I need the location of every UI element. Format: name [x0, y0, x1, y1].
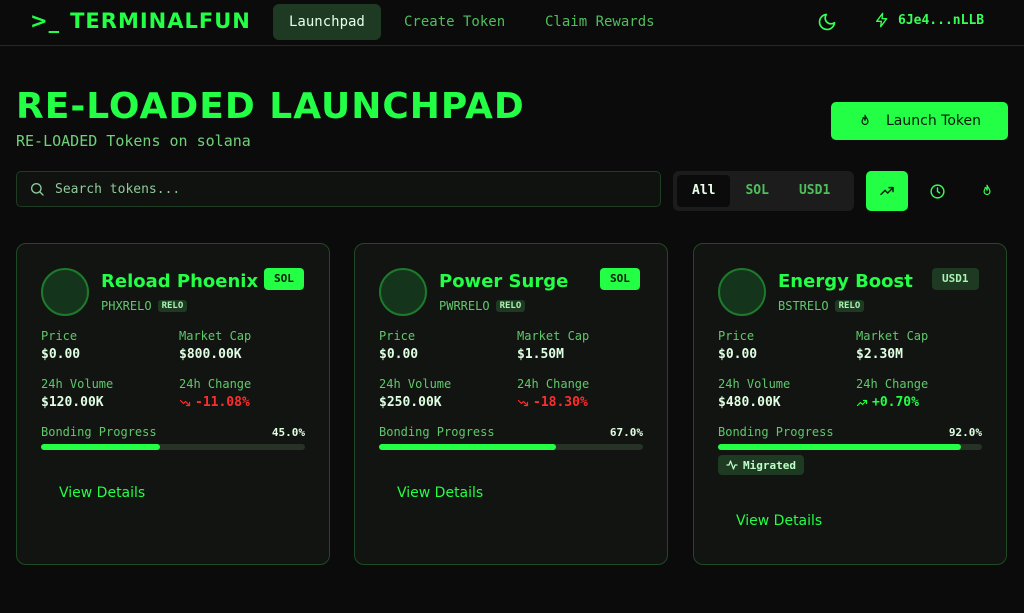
token-avatar — [41, 268, 89, 316]
terminal-prompt-icon: >_ — [30, 9, 61, 33]
wallet-address: 6Je4...nLLB — [898, 12, 985, 28]
bonding-percent: 92.0% — [948, 426, 982, 439]
volume-label: 24h Volume — [41, 377, 114, 391]
token-card[interactable]: Reload Phoenix SOL PHXRELO RELO Price $0… — [16, 243, 330, 565]
flame-icon — [861, 114, 869, 126]
price-label: Price — [379, 329, 416, 343]
bonding-progress-bar — [41, 444, 305, 450]
sort-hot-button[interactable] — [966, 171, 1008, 211]
search-input[interactable] — [55, 181, 635, 197]
volume-value: $120.00K — [41, 395, 104, 410]
change-value: +0.70% — [872, 395, 919, 410]
theme-toggle-button[interactable] — [817, 12, 837, 32]
view-details-button[interactable]: View Details — [736, 513, 822, 529]
search-icon — [31, 183, 44, 196]
trending-down-icon — [179, 399, 191, 406]
market-cap-value: $2.30M — [856, 347, 903, 362]
sort-trending-button[interactable] — [866, 171, 908, 211]
view-details-button[interactable]: View Details — [397, 485, 483, 501]
quote-filter: All SOL USD1 — [673, 171, 854, 211]
token-tag: RELO — [834, 300, 865, 312]
logo-text: TERMINALFUN — [70, 9, 251, 33]
flame-icon — [983, 184, 991, 196]
token-ticker: PWRRELO — [439, 299, 490, 313]
clock-icon — [929, 183, 945, 199]
quote-badge: SOL — [600, 268, 640, 290]
quote-badge: USD1 — [932, 268, 979, 290]
price-label: Price — [41, 329, 78, 343]
market-cap-label: Market Cap — [856, 329, 929, 343]
volume-value: $480.00K — [718, 395, 781, 410]
filter-all[interactable]: All — [677, 175, 731, 207]
wallet-button[interactable]: 6Je4...nLLB — [874, 12, 984, 28]
moon-icon — [818, 13, 836, 31]
token-ticker: PHXRELO — [101, 299, 152, 313]
migrated-badge: Migrated — [718, 455, 804, 475]
migrated-label: Migrated — [743, 458, 796, 472]
trending-icon — [880, 186, 894, 196]
price-value: $0.00 — [41, 347, 81, 362]
volume-label: 24h Volume — [718, 377, 791, 391]
search-bar — [16, 171, 661, 207]
change-label: 24h Change — [856, 377, 929, 391]
token-card[interactable]: Power Surge SOL PWRRELO RELO Price $0.00… — [354, 243, 668, 565]
top-nav: >_ TERMINALFUN Launchpad Create Token Cl… — [0, 0, 1024, 46]
market-cap-value: $800.00K — [179, 347, 242, 362]
nav-create-token[interactable]: Create Token — [388, 4, 521, 40]
change-value: -11.08% — [195, 395, 250, 410]
nav-launchpad[interactable]: Launchpad — [273, 4, 381, 40]
change-value: -18.30% — [533, 395, 588, 410]
token-tag: RELO — [157, 300, 188, 312]
token-avatar — [379, 268, 427, 316]
price-value: $0.00 — [718, 347, 758, 362]
token-card[interactable]: Energy Boost USD1 BSTRELO RELO Price $0.… — [693, 243, 1007, 565]
trending-up-icon — [856, 399, 868, 406]
activity-icon — [726, 460, 738, 470]
bonding-percent: 67.0% — [609, 426, 643, 439]
token-ticker-row: PWRRELO RELO — [439, 299, 526, 313]
market-cap-label: Market Cap — [179, 329, 252, 343]
change-label: 24h Change — [517, 377, 590, 391]
change-value-row: +0.70% — [856, 395, 919, 410]
bonding-progress-fill — [379, 444, 556, 450]
token-avatar — [718, 268, 766, 316]
token-name: Energy Boost — [778, 271, 913, 292]
token-ticker: BSTRELO — [778, 299, 829, 313]
bonding-label: Bonding Progress — [718, 425, 834, 439]
token-name: Reload Phoenix — [101, 271, 259, 292]
change-value-row: -18.30% — [517, 395, 588, 410]
logo[interactable]: >_ TERMINALFUN — [30, 9, 251, 33]
bonding-label: Bonding Progress — [41, 425, 157, 439]
nav-claim-rewards[interactable]: Claim Rewards — [529, 4, 671, 40]
token-ticker-row: PHXRELO RELO — [101, 299, 188, 313]
token-name: Power Surge — [439, 271, 569, 292]
bonding-progress-bar — [379, 444, 643, 450]
bonding-label: Bonding Progress — [379, 425, 495, 439]
launch-token-label: Launch Token — [886, 113, 981, 129]
token-ticker-row: BSTRELO RELO — [778, 299, 865, 313]
filter-sol[interactable]: SOL — [730, 175, 783, 207]
quote-badge: SOL — [264, 268, 304, 290]
bonding-progress-fill — [718, 444, 961, 450]
price-label: Price — [718, 329, 755, 343]
page-subtitle: RE-LOADED Tokens on solana — [16, 132, 251, 150]
token-tag: RELO — [495, 300, 526, 312]
price-value: $0.00 — [379, 347, 419, 362]
bonding-progress-fill — [41, 444, 160, 450]
filter-usd1[interactable]: USD1 — [784, 175, 845, 207]
bonding-progress-bar — [718, 444, 982, 450]
market-cap-label: Market Cap — [517, 329, 590, 343]
bolt-icon — [876, 12, 888, 28]
volume-label: 24h Volume — [379, 377, 452, 391]
bonding-percent: 45.0% — [271, 426, 305, 439]
trending-down-icon — [517, 399, 529, 406]
page-title: RE-LOADED LAUNCHPAD — [16, 86, 525, 127]
launch-token-button[interactable]: Launch Token — [831, 102, 1008, 140]
volume-value: $250.00K — [379, 395, 442, 410]
market-cap-value: $1.50M — [517, 347, 564, 362]
sort-recent-button[interactable] — [916, 171, 958, 211]
view-details-button[interactable]: View Details — [59, 485, 145, 501]
change-label: 24h Change — [179, 377, 252, 391]
change-value-row: -11.08% — [179, 395, 250, 410]
